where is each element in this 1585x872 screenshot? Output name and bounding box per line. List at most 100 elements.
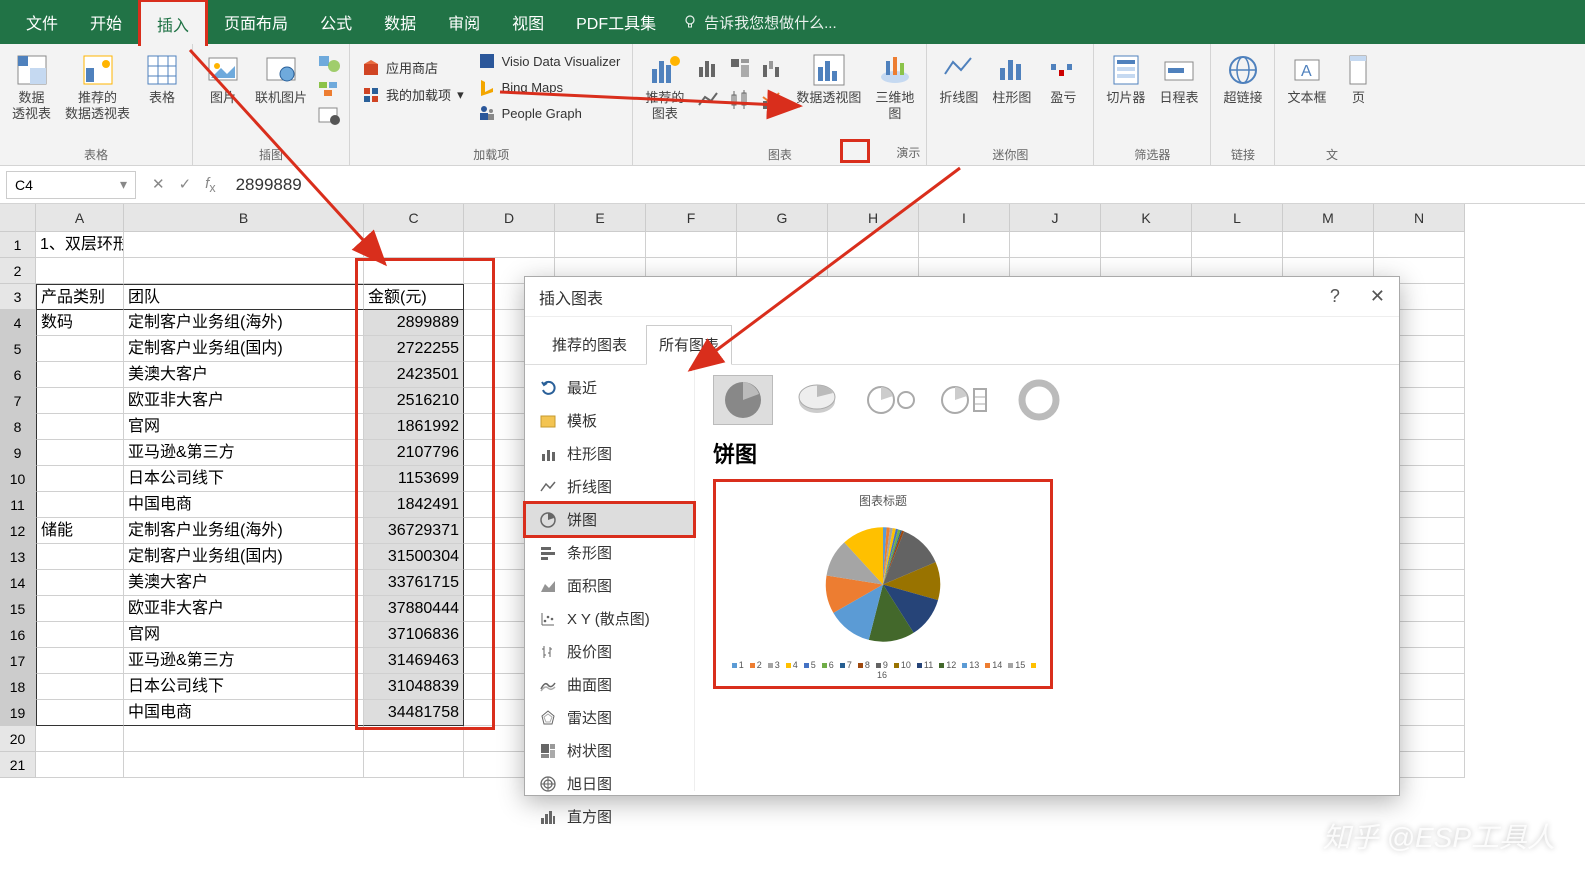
cell[interactable]	[36, 388, 124, 414]
cell[interactable]	[36, 570, 124, 596]
cell[interactable]: 储能	[36, 518, 124, 544]
tell-me[interactable]: 告诉我您想做什么...	[682, 12, 837, 33]
cell[interactable]	[36, 596, 124, 622]
cell[interactable]: 1153699	[364, 466, 464, 492]
pie-subtype-3d[interactable]	[787, 375, 847, 425]
tab-review[interactable]: 审阅	[432, 0, 496, 44]
3d-map-button[interactable]: 三维地图	[871, 48, 918, 125]
cell[interactable]	[36, 700, 124, 726]
cell[interactable]	[555, 232, 646, 258]
row-header[interactable]: 8	[0, 414, 36, 440]
chart-category-item[interactable]: 模板	[525, 404, 694, 437]
cell[interactable]	[124, 726, 364, 752]
visio-button[interactable]: Visio Data Visualizer	[474, 50, 625, 72]
col-header[interactable]: H	[828, 204, 919, 232]
cancel-icon[interactable]: ✕	[152, 175, 165, 195]
cell[interactable]: 亚马逊&第三方	[124, 648, 364, 674]
cell[interactable]	[1283, 232, 1374, 258]
online-picture-button[interactable]: 联机图片	[251, 48, 311, 110]
hyperlink-button[interactable]: 超链接	[1219, 48, 1266, 110]
row-header[interactable]: 4	[0, 310, 36, 336]
row-header[interactable]: 21	[0, 752, 36, 778]
cell[interactable]	[36, 726, 124, 752]
row-header[interactable]: 3	[0, 284, 36, 310]
header-footer-button[interactable]: 页	[1336, 48, 1380, 110]
bing-button[interactable]: Bing Maps	[474, 76, 625, 98]
cell[interactable]	[36, 466, 124, 492]
chart-category-item[interactable]: 折线图	[525, 470, 694, 503]
waterfall-chart-icon[interactable]	[758, 54, 786, 82]
enter-icon[interactable]: ✓	[179, 175, 192, 195]
cell[interactable]: 33761715	[364, 570, 464, 596]
cell[interactable]: 产品类别	[36, 284, 124, 310]
cell[interactable]: 定制客户业务组(国内)	[124, 544, 364, 570]
formula-input[interactable]: 2899889	[226, 175, 1585, 195]
cell[interactable]: 2516210	[364, 388, 464, 414]
col-header[interactable]: L	[1192, 204, 1283, 232]
col-header[interactable]: M	[1283, 204, 1374, 232]
col-header[interactable]: D	[464, 204, 555, 232]
chart-category-item[interactable]: 面积图	[525, 569, 694, 602]
chart-category-item[interactable]: 旭日图	[525, 767, 694, 800]
row-header[interactable]: 12	[0, 518, 36, 544]
tab-pdf[interactable]: PDF工具集	[560, 0, 672, 44]
pie-subtype-bar-of-pie[interactable]	[935, 375, 995, 425]
col-header[interactable]: F	[646, 204, 737, 232]
hierarchy-chart-icon[interactable]	[726, 54, 754, 82]
textbox-button[interactable]: A文本框	[1283, 48, 1330, 110]
cell[interactable]	[36, 752, 124, 778]
cell[interactable]: 2899889	[364, 310, 464, 336]
col-header[interactable]: J	[1010, 204, 1101, 232]
store-button[interactable]: 应用商店	[358, 56, 468, 79]
cell[interactable]	[1101, 232, 1192, 258]
cell[interactable]: 中国电商	[124, 700, 364, 726]
chart-category-item[interactable]: 雷达图	[525, 701, 694, 734]
cell[interactable]	[737, 232, 828, 258]
cell[interactable]: 欧亚非大客户	[124, 596, 364, 622]
close-icon[interactable]: ✕	[1370, 286, 1385, 307]
tab-formulas[interactable]: 公式	[304, 0, 368, 44]
cell[interactable]: 团队	[124, 284, 364, 310]
cell[interactable]: 36729371	[364, 518, 464, 544]
column-chart-icon[interactable]	[694, 54, 722, 82]
row-header[interactable]: 2	[0, 258, 36, 284]
people-graph-button[interactable]: People Graph	[474, 102, 625, 124]
cell[interactable]: 日本公司线下	[124, 674, 364, 700]
table-button[interactable]: 表格	[140, 48, 184, 110]
cell[interactable]: 官网	[124, 414, 364, 440]
pie-subtype-doughnut[interactable]	[1009, 375, 1069, 425]
row-header[interactable]: 7	[0, 388, 36, 414]
col-header[interactable]: C	[364, 204, 464, 232]
row-header[interactable]: 9	[0, 440, 36, 466]
cell[interactable]: 数码	[36, 310, 124, 336]
row-header[interactable]: 1	[0, 232, 36, 258]
chart-category-item[interactable]: 条形图	[525, 536, 694, 569]
cell[interactable]	[1192, 232, 1283, 258]
select-all-corner[interactable]	[0, 204, 36, 232]
cell[interactable]: 1842491	[364, 492, 464, 518]
cell[interactable]	[124, 232, 364, 258]
cell[interactable]: 定制客户业务组(海外)	[124, 518, 364, 544]
cell[interactable]	[828, 232, 919, 258]
cell[interactable]: 美澳大客户	[124, 570, 364, 596]
dialog-tab-recommended[interactable]: 推荐的图表	[539, 325, 640, 364]
cell[interactable]: 金额(元)	[364, 284, 464, 310]
tab-home[interactable]: 开始	[74, 0, 138, 44]
chart-category-item[interactable]: X Y (散点图)	[525, 602, 694, 635]
chart-category-item[interactable]: 最近	[525, 371, 694, 404]
tab-insert[interactable]: 插入	[138, 0, 208, 46]
cell[interactable]: 1861992	[364, 414, 464, 440]
col-header[interactable]: N	[1374, 204, 1465, 232]
cell[interactable]: 美澳大客户	[124, 362, 364, 388]
row-header[interactable]: 20	[0, 726, 36, 752]
row-header[interactable]: 11	[0, 492, 36, 518]
combo-chart-icon[interactable]	[758, 86, 786, 114]
cell[interactable]	[919, 232, 1010, 258]
cell[interactable]: 37880444	[364, 596, 464, 622]
chart-category-item[interactable]: 股价图	[525, 635, 694, 668]
cell[interactable]	[36, 362, 124, 388]
row-header[interactable]: 6	[0, 362, 36, 388]
cell[interactable]: 日本公司线下	[124, 466, 364, 492]
chart-category-item[interactable]: 树状图	[525, 734, 694, 767]
cell[interactable]: 31048839	[364, 674, 464, 700]
